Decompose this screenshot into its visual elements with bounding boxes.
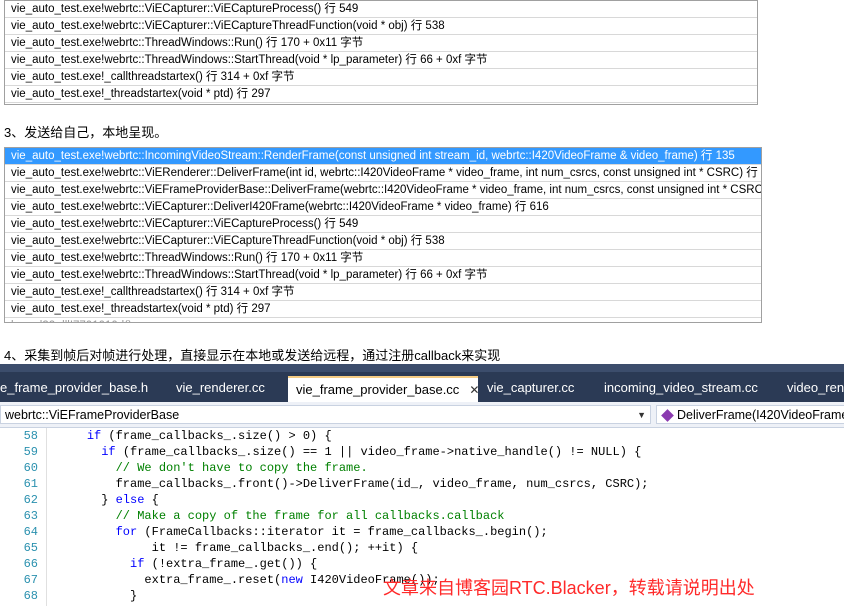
code-text: for (FrameCallbacks::iterator it = frame… — [115, 525, 548, 539]
code-line: 65 it != frame_callbacks_.end(); ++it) { — [0, 540, 844, 556]
stack-frame-row-truncated[interactable]: kernel32.dll!7701010d() — [5, 318, 761, 322]
method-icon — [661, 409, 674, 423]
code-line: 60 // We don't have to copy the frame. — [0, 460, 844, 476]
stack-frame-row[interactable]: vie_auto_test.exe!_threadstartex(void * … — [5, 86, 757, 103]
call-stack-list-1: vie_auto_test.exe!webrtc::ViECapturer::V… — [4, 0, 758, 105]
stack-frame-row[interactable]: vie_auto_test.exe!webrtc::ThreadWindows:… — [5, 35, 757, 52]
stack-frame-row[interactable]: vie_auto_test.exe!webrtc::ViECapturer::V… — [5, 18, 757, 35]
caption-step-4: 4、采集到帧后对帧进行处理，直接显示在本地或发送给远程，通过注册callback… — [4, 348, 501, 363]
code-text: if (frame_callbacks_.size() == 1 || vide… — [101, 445, 642, 459]
stack-frame-row[interactable]: vie_auto_test.exe!webrtc::ViEFrameProvid… — [5, 182, 761, 199]
code-line: 58 if (frame_callbacks_.size() > 0) { — [0, 428, 844, 444]
member-selector-value: DeliverFrame(I420VideoFrame — [677, 408, 844, 422]
tab-video-render[interactable]: video_rend — [787, 376, 844, 402]
tab-vie-capturer-cc[interactable]: vie_capturer.cc — [487, 376, 574, 402]
code-text: } — [58, 589, 138, 603]
stack-frame-row[interactable]: vie_auto_test.exe!_callthreadstartex() 行… — [5, 284, 761, 301]
tab-incoming-video-stream-cc[interactable]: incoming_video_stream.cc — [604, 376, 758, 402]
stack-frame-row[interactable]: vie_auto_test.exe!webrtc::ViECapturer::V… — [5, 1, 757, 18]
code-text: // Make a copy of the frame for all call… — [115, 509, 505, 523]
watermark-text: 文章来自博客园RTC.Blacker，转载请说明出处 — [383, 578, 755, 598]
stack-frame-row[interactable]: vie_auto_test.exe!_threadstartex(void * … — [5, 301, 761, 318]
line-number: 64 — [23, 525, 38, 539]
line-number: 59 — [23, 445, 38, 459]
code-line: 64 for (FrameCallbacks::iterator it = fr… — [0, 524, 844, 540]
stack-frame-row[interactable]: vie_auto_test.exe!_callthreadstartex() 行… — [5, 69, 757, 86]
code-line: 59 if (frame_callbacks_.size() == 1 || v… — [0, 444, 844, 460]
editor-tab-bar: e_frame_provider_base.h vie_renderer.cc … — [0, 364, 844, 402]
code-text: frame_callbacks_.front()->DeliverFrame(i… — [58, 477, 649, 491]
stack-frame-row[interactable]: vie_auto_test.exe!webrtc::ThreadWindows:… — [5, 52, 757, 69]
stack-frame-row[interactable]: vie_auto_test.exe!webrtc::ThreadWindows:… — [5, 267, 761, 284]
member-selector-dropdown[interactable]: DeliverFrame(I420VideoFrame — [656, 405, 844, 424]
stack-frame-row[interactable]: vie_auto_test.exe!webrtc::ViECapturer::V… — [5, 216, 761, 233]
code-text: it != frame_callbacks_.end(); ++it) { — [58, 541, 419, 555]
line-number: 65 — [23, 541, 38, 555]
stack-frame-row[interactable]: vie_auto_test.exe!webrtc::IncomingVideoS… — [5, 148, 761, 165]
chevron-down-icon[interactable]: ▼ — [637, 406, 646, 423]
stack-frame-row[interactable]: vie_auto_test.exe!webrtc::ViECapturer::V… — [5, 233, 761, 250]
code-text: // We don't have to copy the frame. — [115, 461, 368, 475]
tab-frame-provider-base-h[interactable]: e_frame_provider_base.h — [0, 376, 148, 402]
tab-vie-frame-provider-base-cc[interactable]: vie_frame_provider_base.cc ✕ — [288, 376, 479, 402]
stack-frame-row[interactable]: vie_auto_test.exe!webrtc::ViERenderer::D… — [5, 165, 761, 182]
code-text: } else { — [58, 493, 159, 507]
line-number: 63 — [23, 509, 38, 523]
line-number: 58 — [23, 429, 38, 443]
code-text: if (frame_callbacks_.size() > 0) { — [86, 429, 332, 443]
line-number: 60 — [23, 461, 38, 475]
code-line: 63 // Make a copy of the frame for all c… — [0, 508, 844, 524]
stack-frame-row[interactable]: vie_auto_test.exe!webrtc::ViECapturer::D… — [5, 199, 761, 216]
code-text: if (!extra_frame_.get()) { — [130, 557, 318, 571]
code-line: 61 frame_callbacks_.front()->DeliverFram… — [0, 476, 844, 492]
caption-step-3: 3、发送给自己，本地呈现。 — [4, 125, 168, 140]
code-line: 62 } else { — [0, 492, 844, 508]
line-number: 61 — [23, 477, 38, 491]
stack-frame-row[interactable]: vie_auto_test.exe!webrtc::ThreadWindows:… — [5, 250, 761, 267]
class-selector-value: webrtc::ViEFrameProviderBase — [5, 408, 180, 422]
class-selector-dropdown[interactable]: webrtc::ViEFrameProviderBase ▼ — [0, 405, 651, 424]
close-tab-icon[interactable]: ✕ — [469, 378, 479, 402]
tab-vie-renderer-cc[interactable]: vie_renderer.cc — [176, 376, 265, 402]
line-number: 66 — [23, 557, 38, 571]
line-number: 68 — [23, 589, 38, 603]
code-editor: e_frame_provider_base.h vie_renderer.cc … — [0, 364, 844, 606]
code-line: 66 if (!extra_frame_.get()) { — [0, 556, 844, 572]
navigation-bar: webrtc::ViEFrameProviderBase ▼ DeliverFr… — [0, 402, 844, 428]
line-number: 62 — [23, 493, 38, 507]
line-number: 67 — [23, 573, 38, 587]
tab-bar-strip — [0, 364, 844, 372]
call-stack-list-2: vie_auto_test.exe!webrtc::IncomingVideoS… — [4, 147, 762, 323]
